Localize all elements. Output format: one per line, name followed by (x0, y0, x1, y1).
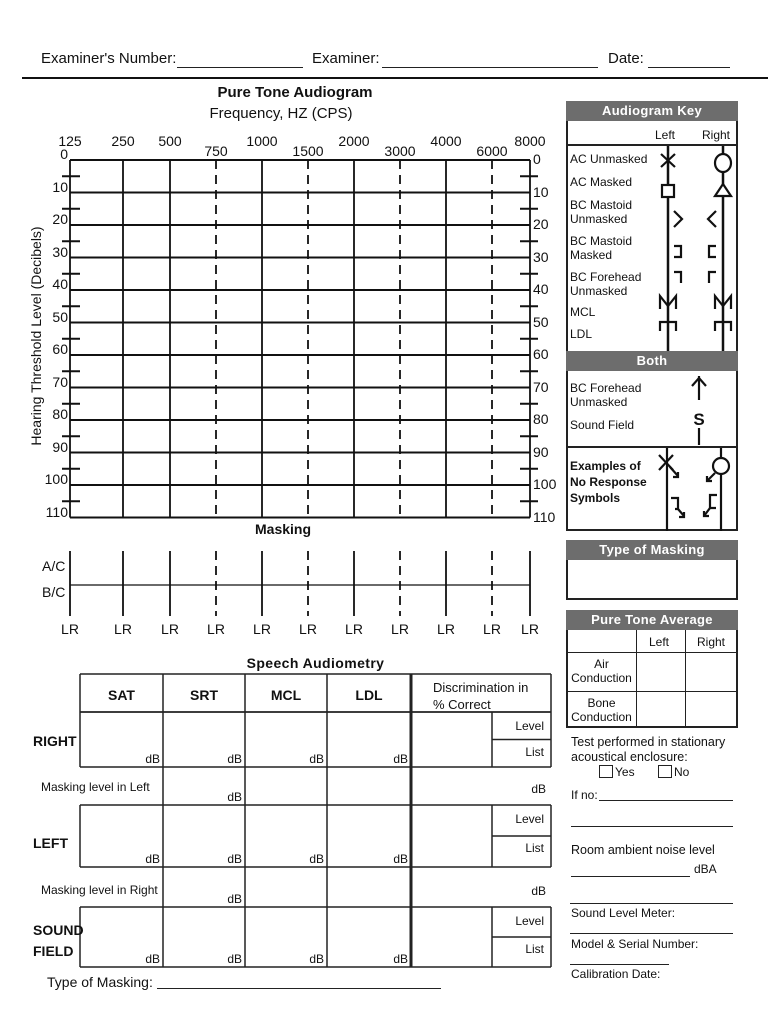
s-symbol-icon: S (693, 410, 704, 429)
speech-cell-mcl[interactable] (245, 867, 327, 907)
x-no-response-icon (658, 454, 680, 479)
calibration-date-label: Calibration Date: (571, 967, 661, 981)
if-no-field-line2[interactable] (571, 826, 733, 827)
db-unit: dB (309, 752, 324, 766)
db-unit: dB (145, 952, 160, 966)
no-response-symbols (658, 448, 731, 531)
speech-col-mcl: MCL (270, 687, 302, 703)
noise-label: Room ambient noise level (571, 843, 715, 857)
speech-cell-ldl[interactable] (327, 867, 411, 907)
type-of-masking-field-bottom[interactable] (157, 988, 441, 989)
speech-cell-srt[interactable]: dB (163, 767, 245, 805)
type-of-masking-field[interactable] (566, 560, 738, 600)
level-label[interactable]: Level (492, 813, 544, 825)
db-unit: dB (227, 952, 242, 966)
circle-no-response-icon (705, 456, 731, 483)
type-of-masking-title: Type of Masking (566, 540, 738, 560)
list-label[interactable]: List (492, 746, 544, 758)
up-arrow-symbol-icon (691, 376, 707, 400)
enclosure-question: Test performed in stationary acoustical … (571, 735, 726, 764)
speech-cell-mcl[interactable]: dB (245, 712, 327, 767)
speech-cell-sat[interactable]: dB (80, 805, 163, 867)
pta-col-left: Left (649, 635, 670, 649)
calibration-date-field[interactable] (570, 964, 669, 965)
if-no-field[interactable] (599, 800, 733, 801)
speech-cell-ldl[interactable]: dB (327, 805, 411, 867)
row-label-left: LEFT (33, 835, 68, 851)
yes-checkbox[interactable] (599, 765, 613, 778)
row-label-right: RIGHT (33, 733, 77, 749)
masking-db-unit: dB (531, 782, 546, 796)
db-unit: dB (393, 952, 408, 966)
speech-cell-srt[interactable]: dB (163, 712, 245, 767)
model-serial-label: Model & Serial Number: (571, 937, 699, 951)
level-label[interactable]: Level (492, 720, 544, 732)
speech-cell-ldl[interactable] (327, 767, 411, 805)
list-label[interactable]: List (492, 842, 544, 854)
sound-level-meter-label: Sound Level Meter: (571, 906, 676, 920)
db-unit: dB (227, 852, 242, 866)
no-checkbox[interactable] (658, 765, 672, 778)
speech-cell-mcl[interactable] (245, 767, 327, 805)
db-unit: dB (227, 790, 242, 804)
pta-row-bone: Bone Conduction (571, 696, 632, 724)
db-unit: dB (309, 852, 324, 866)
speech-cell-mcl[interactable]: dB (245, 907, 327, 967)
speech-col-sat: SAT (108, 687, 135, 703)
speech-cell-sat[interactable]: dB (80, 907, 163, 967)
db-unit: dB (145, 852, 160, 866)
db-unit: dB (393, 852, 408, 866)
db-unit: dB (227, 892, 242, 906)
speech-cell-srt[interactable]: dB (163, 867, 245, 907)
db-unit: dB (227, 752, 242, 766)
if-no-label: If no: (571, 788, 598, 802)
row-label-sound-field: SOUND FIELD (33, 922, 84, 959)
masking-db-unit: dB (531, 884, 546, 898)
speech-cell-srt[interactable]: dB (163, 907, 245, 967)
speech-col-ldl: LDL (355, 687, 383, 703)
discrimination-cell[interactable] (411, 712, 492, 767)
left-bracket-no-response-icon (702, 493, 717, 518)
model-serial-field[interactable] (570, 933, 733, 934)
level-label[interactable]: Level (492, 915, 544, 927)
db-unit: dB (393, 752, 408, 766)
speech-cell-ldl[interactable]: dB (327, 907, 411, 967)
speech-col-srt: SRT (190, 687, 218, 703)
pta-title: Pure Tone Average (566, 610, 738, 630)
pta-bone-right[interactable] (686, 692, 736, 726)
speech-col-discrimination: Discrimination in % Correct (433, 680, 529, 712)
noise-field[interactable] (571, 876, 690, 877)
row-label-masking-left: Masking level in Left (41, 780, 150, 794)
pta-air-right[interactable] (686, 653, 736, 691)
row-label-masking-right: Masking level in Right (41, 883, 158, 897)
discrimination-cell[interactable] (411, 805, 492, 867)
speech-cell-ldl[interactable]: dB (327, 712, 411, 767)
db-unit: dB (309, 952, 324, 966)
noise-unit: dBA (694, 862, 717, 876)
no-label: No (674, 765, 690, 779)
pta-col-right: Right (697, 635, 726, 649)
list-label[interactable]: List (492, 943, 544, 955)
pta-bone-left[interactable] (637, 692, 685, 726)
speech-cell-srt[interactable]: dB (163, 805, 245, 867)
pta-air-left[interactable] (637, 653, 685, 691)
pta-row-air: Air Conduction (571, 657, 632, 685)
speech-cell-mcl[interactable]: dB (245, 805, 327, 867)
bracket-no-response-icon (671, 496, 686, 519)
yes-label: Yes (615, 765, 635, 779)
type-of-masking-label: Type of Masking: (47, 974, 153, 990)
speech-cell-sat[interactable]: dB (80, 712, 163, 767)
sound-level-meter-field[interactable] (570, 903, 733, 904)
discrimination-cell[interactable] (411, 907, 492, 967)
db-unit: dB (145, 752, 160, 766)
